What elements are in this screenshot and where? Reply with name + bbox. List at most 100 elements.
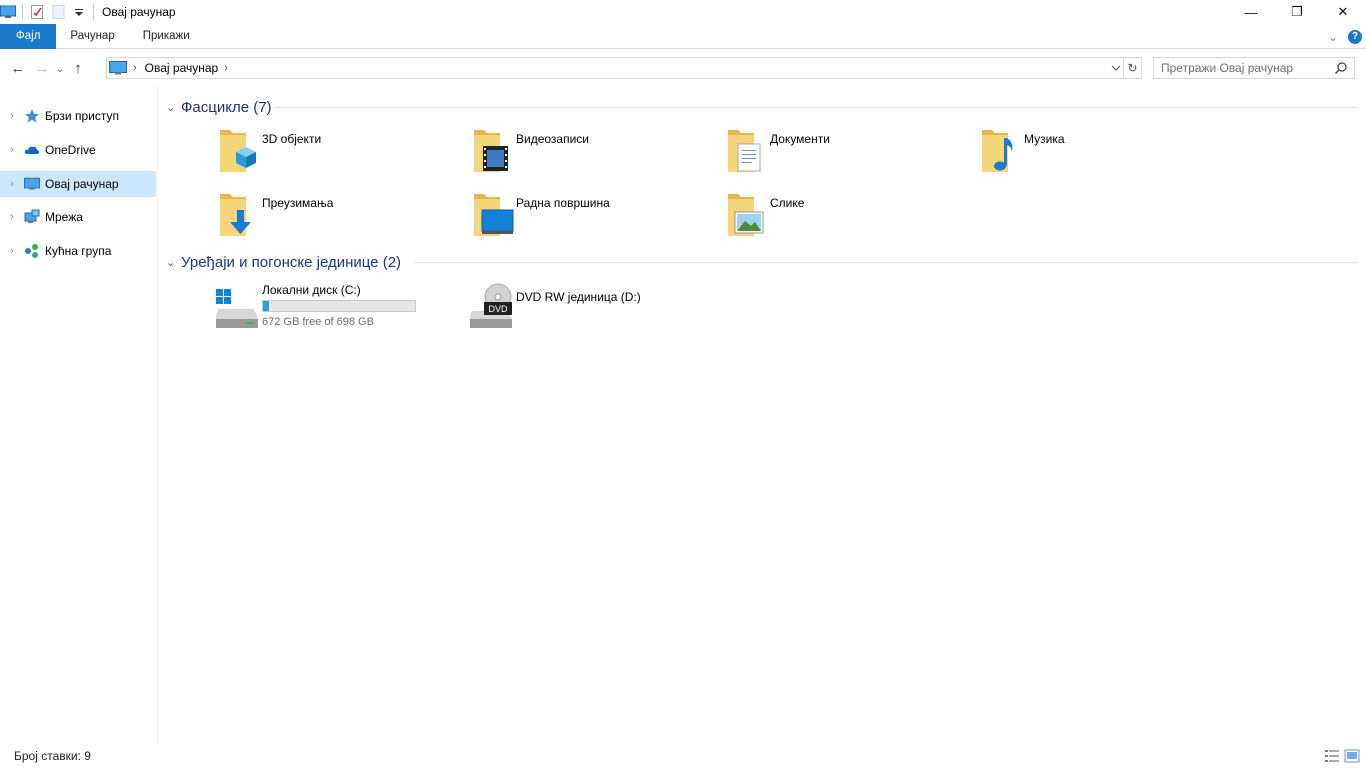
dvd-icon-text: DVD [488,304,508,314]
sidebar-item-label: Брзи приступ [45,109,119,123]
group-title: Уређаји и погонске јединице (2) [181,253,402,271]
large-icons-view-icon[interactable] [1344,748,1360,764]
cloud-icon [24,142,40,158]
folder-music[interactable]: Музика [978,126,1228,184]
folder-label: Слике [770,196,805,210]
window-controls: — ❐ ✕ [1228,0,1366,24]
drive-usage-fill [263,301,269,311]
folder-documents[interactable]: Документи [724,126,974,184]
dvd-drive-icon: DVD [469,283,518,331]
expand-chevron-icon[interactable]: › [0,211,24,223]
homegroup-icon [24,243,40,259]
folder-downloads[interactable]: Преузимања [216,190,466,248]
group-title: Фасцикле (7) [181,98,272,116]
status-bar: Број ставки: 9 [0,744,1366,768]
drive-label: DVD RW јединица (D:) [516,290,641,304]
expand-chevron-icon[interactable]: › [0,178,24,190]
folder-desktop[interactable]: Радна површина [470,190,720,248]
computer-icon[interactable] [0,4,16,20]
minimize-button[interactable]: — [1228,0,1274,24]
navigation-bar: ← → ⌄ ↑ › Овај рачунар › ↻ [0,50,1366,86]
breadcrumb-separator-icon[interactable]: › [224,62,228,74]
sidebar-item-label: OneDrive [45,143,96,157]
tab-computer[interactable]: Рачунар [56,24,128,49]
expand-ribbon-icon[interactable]: ⌄ [1328,30,1338,44]
maximize-button[interactable]: ❐ [1274,0,1320,24]
videos-folder-icon [470,126,518,174]
folder-pictures[interactable]: Слике [724,190,974,248]
folder-label: Музика [1024,132,1065,146]
chevron-down-icon[interactable]: ⌄ [166,101,180,114]
ribbon-tabs: Фајл Рачунар Прикажи ⌄ ? [0,23,1366,49]
navigation-pane: › Брзи приступ › OneDrive › Овај рачунар… [0,86,158,744]
star-icon [24,108,40,124]
expand-chevron-icon[interactable]: › [0,144,24,156]
forward-button[interactable]: → [30,56,54,80]
drive-d[interactable]: DVD DVD RW јединица (D:) [469,283,720,341]
breadcrumb-separator-icon[interactable]: › [133,62,137,74]
tab-file[interactable]: Фајл [0,23,57,49]
search-box[interactable] [1153,57,1355,79]
expand-chevron-icon[interactable]: › [0,110,24,122]
group-divider [414,262,1358,263]
sidebar-item-label: Овај рачунар [45,177,119,191]
chevron-down-icon[interactable]: ⌄ [166,256,180,269]
folder-label: 3D објекти [262,132,322,146]
details-view-icon[interactable] [1324,748,1340,764]
help-icon[interactable]: ? [1348,29,1362,44]
sidebar-item-network[interactable]: › Мрежа [0,204,156,230]
properties-icon[interactable] [29,4,45,20]
chevron-down-icon[interactable] [1109,61,1123,75]
drives-group-header[interactable]: ⌄ Уређаји и погонске јединице (2) [166,251,401,273]
ribbon-right-controls: ⌄ ? [1328,24,1362,49]
content-pane: ⌄ Фасцикле (7) 3D објекти Видеозаписи До… [160,86,1366,744]
pictures-folder-icon [724,190,772,238]
folder-label: Радна површина [516,196,610,210]
title-bar: Овај рачунар — ❐ ✕ [0,0,1366,24]
quick-access-toolbar [0,0,100,24]
tab-view[interactable]: Прикажи [129,24,204,49]
sidebar-item-onedrive[interactable]: › OneDrive [0,137,156,163]
toolbar-separator [93,4,94,20]
drive-label: Локални диск (C:) [262,283,361,297]
up-button[interactable]: ↑ [66,56,90,80]
folder-label: Преузимања [262,196,334,210]
address-bar[interactable]: › Овај рачунар › [106,57,1124,79]
computer-icon [24,176,40,192]
computer-icon [109,60,127,76]
network-icon [24,209,40,225]
drive-usage-bar [262,300,416,312]
downloads-folder-icon [216,190,264,238]
folder-label: Документи [770,132,830,146]
folder-videos[interactable]: Видеозаписи [470,126,720,184]
recent-locations-button[interactable]: ⌄ [54,56,66,80]
back-button[interactable]: ← [6,56,30,80]
3d-objects-folder-icon [216,126,264,174]
window-title: Овај рачунар [102,5,176,19]
refresh-button[interactable]: ↻ [1124,57,1142,79]
search-input[interactable] [1161,59,1331,77]
toolbar-separator [22,4,23,20]
customize-dropdown-icon[interactable] [71,4,87,20]
breadcrumb-this-pc[interactable]: Овај рачунар [145,61,219,75]
new-folder-icon[interactable] [51,4,67,20]
close-button[interactable]: ✕ [1320,0,1366,24]
local-disk-icon [215,283,264,331]
documents-folder-icon [724,126,772,174]
folder-label: Видеозаписи [516,132,590,146]
folders-group-header[interactable]: ⌄ Фасцикле (7) [166,96,272,118]
sidebar-item-label: Мрежа [45,210,83,224]
sidebar-item-quick-access[interactable]: › Брзи приступ [0,103,156,129]
sidebar-item-label: Кућна група [45,244,112,258]
sidebar-item-homegroup[interactable]: › Кућна група [0,238,156,264]
drive-c[interactable]: Локални диск (C:) 672 GB free of 698 GB [215,283,466,341]
search-icon[interactable] [1334,61,1348,78]
address-dropdown[interactable] [1109,58,1123,78]
view-switcher [1324,748,1360,764]
sidebar-item-this-pc[interactable]: › Овај рачунар [0,171,156,197]
folder-3d-objects[interactable]: 3D објекти [216,126,466,184]
expand-chevron-icon[interactable]: › [0,245,24,257]
desktop-folder-icon [470,190,518,238]
item-count: Број ставки: 9 [14,749,91,763]
music-folder-icon [978,126,1026,174]
